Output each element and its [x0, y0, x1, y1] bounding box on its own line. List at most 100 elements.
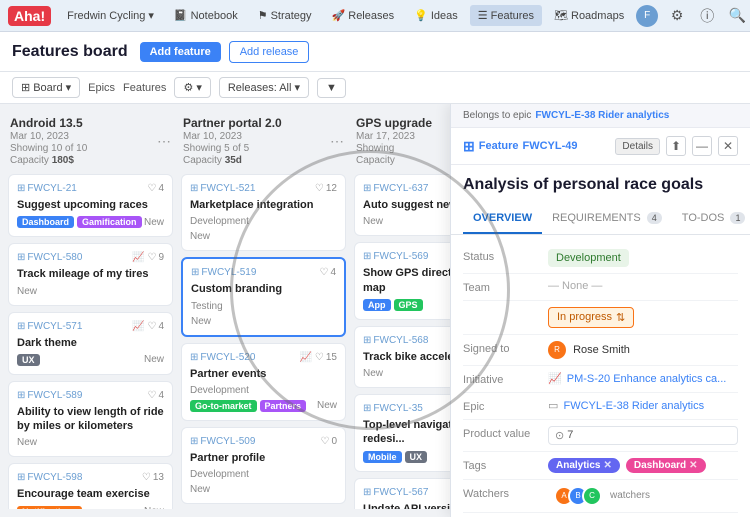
cards-partner: ⊞ FWCYL-521 ♡ 12 Marketplace integration… [181, 174, 346, 509]
top-nav: Aha! Fredwin Cycling ▾ 📓 Notebook ⚑ Stra… [0, 0, 750, 32]
user-avatar[interactable]: F [636, 5, 658, 27]
badge-partners: Partners [260, 400, 307, 412]
second-nav: Features board Add feature Add release [0, 32, 750, 72]
card-title: Marketplace integration [190, 198, 337, 212]
right-panel: Belongs to epic FWCYL-E-38 Rider analyti… [450, 104, 750, 517]
tag-analytics[interactable]: Analytics ✕ [548, 458, 620, 473]
row-assigned: Signed to R Rose Smith [463, 335, 738, 366]
todo-count: 1 [730, 212, 745, 224]
column-more-partner[interactable]: ⋯ [330, 133, 344, 150]
releases-filter[interactable]: Releases: All ▾ [219, 77, 309, 98]
in-progress-badge[interactable]: In progress ⇅ [548, 307, 634, 328]
card-fwcyl-21[interactable]: ⊞ FWCYL-21 ♡ 4 Suggest upcoming races Da… [8, 174, 173, 237]
card-score: ♡ 0 [320, 436, 337, 447]
column-capacity-partner: Capacity 35d [183, 155, 282, 166]
tag-dashboard[interactable]: Dashboard ✕ [626, 458, 706, 473]
search-icon[interactable]: 🔍 [726, 5, 748, 27]
card-id-label: ⊞ FWCYL-598 [17, 472, 82, 483]
value-initiative: 📈 PM-S-20 Enhance analytics ca... [548, 372, 738, 385]
card-status: New [363, 368, 383, 379]
info-icon[interactable]: ⓘ [696, 5, 718, 27]
board-filter[interactable]: ⊞ Board ▾ [12, 77, 80, 98]
badge-app: App [363, 299, 391, 311]
card-title: Dark theme [17, 336, 164, 350]
card-fwcyl-509[interactable]: ⊞ FWCYL-509 ♡ 0 Partner profile Developm… [181, 427, 346, 504]
share-icon[interactable]: ⬆ [666, 136, 686, 156]
add-release-button[interactable]: Add release [229, 41, 310, 63]
tab-overview[interactable]: OVERVIEW [463, 204, 542, 234]
filter-bar: ⊞ Board ▾ Epics Features ⚙ ▾ Releases: A… [0, 72, 750, 104]
card-fwcyl-571[interactable]: ⊞ FWCYL-571 📈 ♡ 4 Dark theme UX New [8, 312, 173, 375]
label-product-value: Product value [463, 426, 548, 440]
tab-todos[interactable]: TO-DOS 1 [672, 204, 750, 234]
card-fwcyl-568[interactable]: ⊞ FWCYL-568 Track bike acceleration New [354, 326, 450, 388]
row-product: P 📅 FWCYL-R-36 Premium... › [463, 513, 738, 517]
card-title: Ability to view length of ride by miles … [17, 405, 164, 434]
nav-roadmaps[interactable]: 🗺 Roadmaps [546, 5, 632, 26]
nav-notebook[interactable]: 📓 Notebook [166, 5, 246, 26]
add-feature-button[interactable]: Add feature [140, 42, 221, 62]
value-team: — None — [548, 280, 738, 292]
epic-id[interactable]: FWCYL-E-38 Rider analytics [535, 110, 669, 121]
badge-gamification: Gamification [77, 216, 142, 228]
close-icon[interactable]: ✕ [718, 136, 738, 156]
column-partner: Partner portal 2.0 Mar 10, 2023 Showing … [181, 112, 346, 509]
card-fwcyl-598[interactable]: ⊞ FWCYL-598 ♡ 13 Encourage team exercise… [8, 463, 173, 509]
card-fwcyl-520[interactable]: ⊞ FWCYL-520 📈 ♡ 15 Partner events Develo… [181, 343, 346, 421]
card-fwcyl-580[interactable]: ⊞ FWCYL-580 📈 ♡ 9 Track mileage of my ti… [8, 243, 173, 305]
card-new: New [190, 484, 210, 495]
card-fwcyl-569[interactable]: ⊞ FWCYL-569 Show GPS direction on map Ap… [354, 242, 450, 320]
card-id-label: ⊞ FWCYL-520 [190, 352, 255, 363]
feature-id-value: FWCYL-49 [522, 140, 577, 152]
card-title: Suggest upcoming races [17, 198, 164, 212]
more-filter[interactable]: ▼ [317, 78, 346, 98]
card-fwcyl-637[interactable]: ⊞ FWCYL-637 Auto suggest new routes New [354, 174, 450, 236]
card-status: New [144, 217, 164, 228]
nav-features[interactable]: ☰ Features [470, 5, 542, 26]
card-fwcyl-519[interactable]: ⊞ FWCYL-519 ♡ 4 Custom branding Testing … [181, 257, 346, 336]
minimize-icon[interactable]: — [692, 136, 712, 156]
features-filter[interactable]: Features [123, 82, 166, 94]
column-title-partner: Partner portal 2.0 [183, 116, 282, 130]
nav-releases[interactable]: 🚀 Releases [324, 5, 403, 26]
card-title: Update API version [363, 502, 450, 509]
card-fwcyl-521[interactable]: ⊞ FWCYL-521 ♡ 12 Marketplace integration… [181, 174, 346, 251]
settings-filter[interactable]: ⚙ ▾ [174, 77, 210, 98]
card-badges: Notifications [17, 506, 82, 509]
nav-ideas[interactable]: 💡 Ideas [406, 5, 466, 26]
row-inprogress: In progress ⇅ [463, 301, 738, 335]
value-inprogress: In progress ⇅ [548, 307, 738, 328]
nav-right: F ⚙ ⓘ 🔍 + [636, 5, 750, 27]
column-capacity-android: Capacity 180$ [10, 155, 87, 166]
details-button[interactable]: Details [615, 138, 660, 155]
card-fwcyl-35[interactable]: ⊞ FWCYL-35 Top-level navigation redesi..… [354, 394, 450, 472]
remove-dashboard-tag[interactable]: ✕ [689, 460, 697, 471]
card-fwcyl-567[interactable]: ⊞ FWCYL-567 Update API version New [354, 478, 450, 509]
card-score: ♡ 4 [147, 390, 164, 401]
card-title: Custom branding [191, 282, 336, 296]
cards-android: ⊞ FWCYL-21 ♡ 4 Suggest upcoming races Da… [8, 174, 173, 509]
column-more-android[interactable]: ⋯ [157, 133, 171, 150]
column-gps: GPS upgrade Mar 17, 2023 Showing Capacit… [354, 112, 450, 509]
initiative-value[interactable]: PM-S-20 Enhance analytics ca... [567, 373, 727, 385]
settings-icon[interactable]: ⚙ [666, 5, 688, 27]
panel-header-actions: Details ⬆ — ✕ [615, 136, 738, 156]
card-title: Track bike acceleration [363, 350, 450, 364]
card-score: ♡ 13 [142, 472, 164, 483]
nav-user[interactable]: Fredwin Cycling ▾ [59, 5, 162, 26]
tab-requirements[interactable]: REQUIREMENTS 4 [542, 204, 672, 234]
card-title: Track mileage of my tires [17, 267, 164, 281]
score-chip[interactable]: ⊙ 7 [548, 426, 738, 445]
card-status: New [144, 354, 164, 365]
status-badge[interactable]: Development [548, 249, 629, 267]
label-empty [463, 307, 548, 309]
epic-value[interactable]: FWCYL-E-38 Rider analytics [563, 400, 704, 412]
card-fwcyl-589[interactable]: ⊞ FWCYL-589 ♡ 4 Ability to view length o… [8, 381, 173, 458]
panel-title: Analysis of personal race goals [451, 165, 750, 204]
card-id-label: ⊞ FWCYL-519 [191, 267, 256, 278]
card-badges: Mobile UX [363, 451, 427, 463]
remove-analytics-tag[interactable]: ✕ [603, 460, 611, 471]
card-status: New [144, 506, 164, 509]
epics-filter[interactable]: Epics [88, 82, 115, 94]
nav-strategy[interactable]: ⚑ Strategy [250, 5, 320, 26]
